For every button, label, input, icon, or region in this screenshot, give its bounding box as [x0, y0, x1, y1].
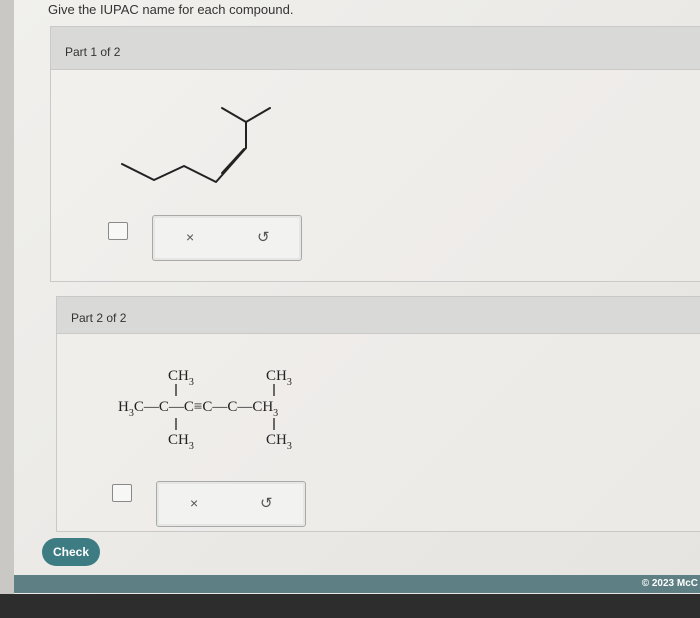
- struct-top-left-ch: CH: [168, 368, 189, 384]
- part-2-answer-box: [156, 481, 306, 527]
- part-1-header: Part 1 of 2: [51, 27, 700, 70]
- monitor-bezel: [0, 594, 700, 618]
- struct-bottom-left-ch: CH: [168, 432, 189, 448]
- part-2-undo-icon[interactable]: ↺: [260, 494, 273, 512]
- part-1-answer-box: [152, 215, 302, 261]
- part-2-condensed-structure: CH3 CH3 H3C—C—C≡C—C—CH3 CH3 CH3: [118, 368, 292, 452]
- part-1-label: Part 1 of 2: [65, 45, 121, 59]
- part-1-checkbox[interactable]: [108, 222, 128, 240]
- question-text: Give the IUPAC name for each compound.: [48, 2, 294, 17]
- footer-bar: [14, 575, 700, 593]
- svg-text:CH3: CH3: [266, 432, 292, 452]
- part-2-label: Part 2 of 2: [71, 311, 127, 325]
- left-edge: [0, 0, 14, 618]
- copyright-text: © 2023 McC: [641, 578, 698, 589]
- part-2-checkbox[interactable]: [112, 484, 132, 502]
- svg-text:CH3: CH3: [168, 368, 194, 388]
- struct-top-right-ch: CH: [266, 368, 287, 384]
- svg-text:CH3: CH3: [266, 368, 292, 388]
- svg-text:H3C—C—C≡C—C—CH3: H3C—C—C≡C—C—CH3: [118, 399, 278, 419]
- check-button[interactable]: Check: [42, 538, 100, 566]
- svg-text:CH3: CH3: [168, 432, 194, 452]
- part-2-clear-button[interactable]: ×: [190, 495, 198, 511]
- struct-main-chain: C—C—C≡C—C—CH: [134, 399, 273, 415]
- part-2-header: Part 2 of 2: [57, 297, 700, 334]
- part-1-skeletal-structure: [121, 107, 271, 183]
- part-1-undo-icon[interactable]: ↺: [257, 228, 270, 246]
- part-1-clear-button[interactable]: ×: [186, 229, 194, 245]
- struct-h3c: H: [118, 399, 129, 415]
- struct-bottom-right-ch: CH: [266, 432, 287, 448]
